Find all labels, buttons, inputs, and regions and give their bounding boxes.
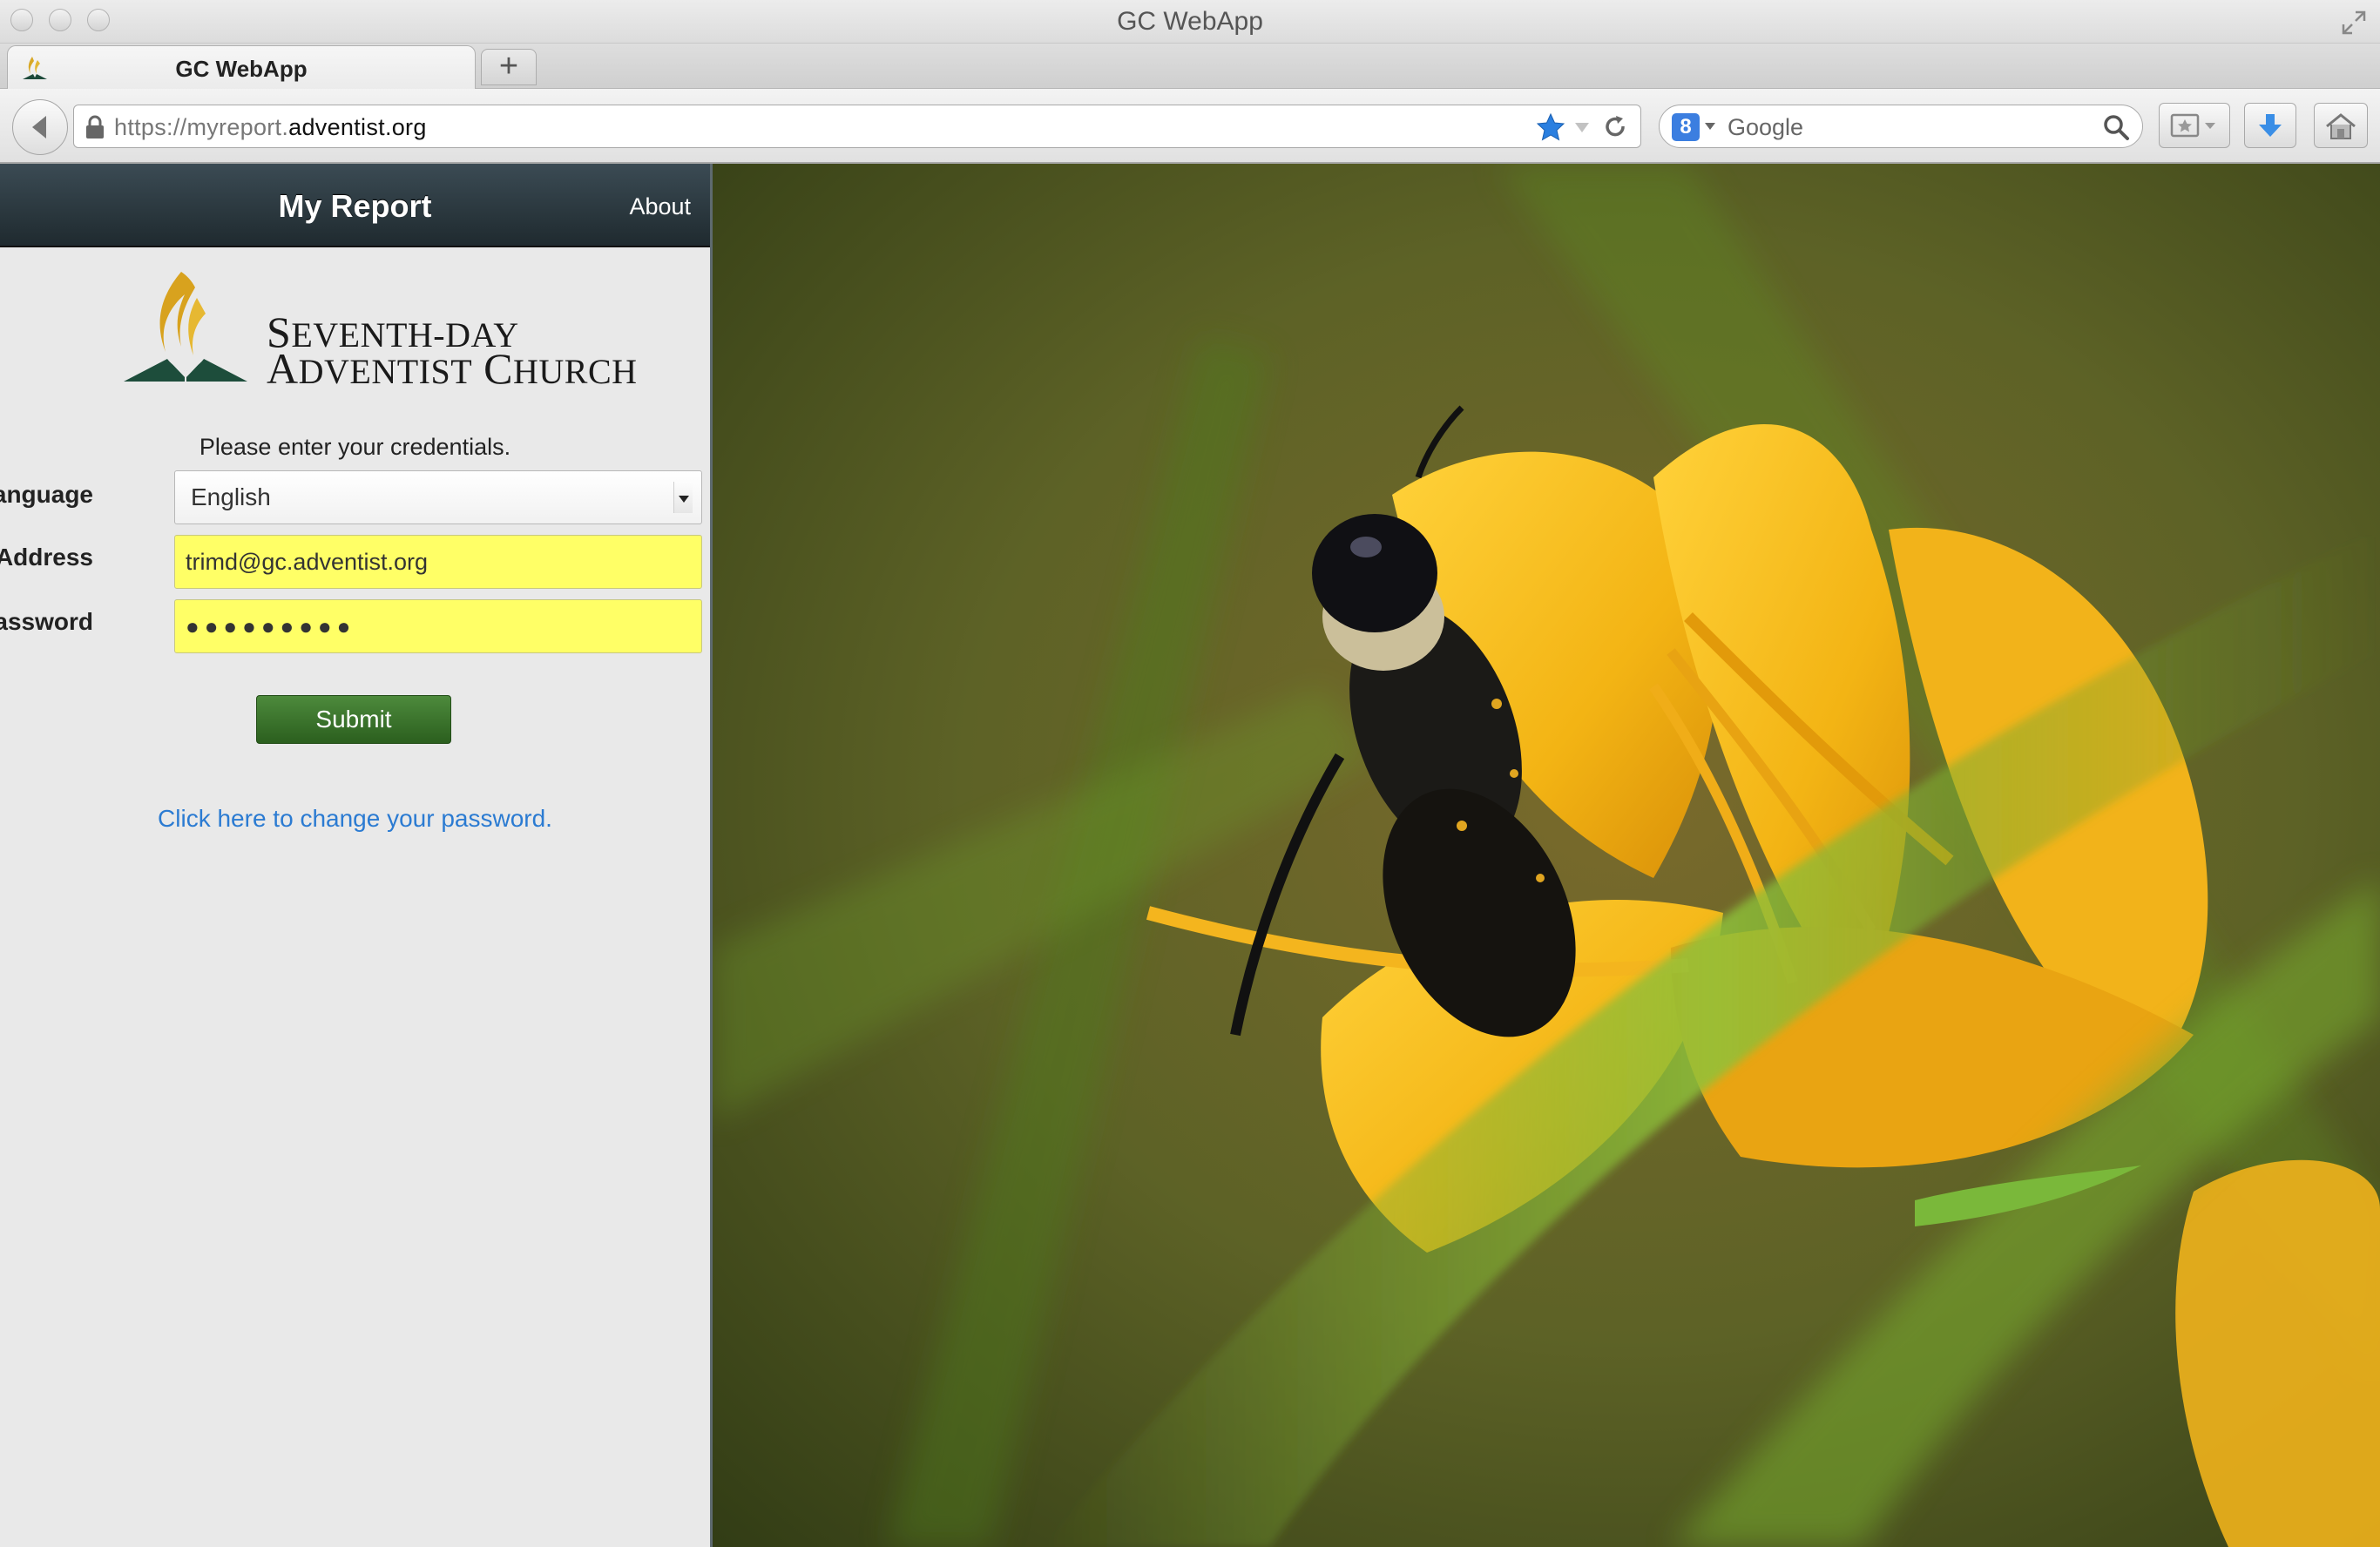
- email-label: Email Address: [0, 544, 93, 571]
- app-header: My Report About: [0, 164, 710, 247]
- window-titlebar: GC WebApp: [0, 0, 2380, 44]
- password-field[interactable]: ●●●●●●●●●: [174, 599, 702, 653]
- credentials-prompt: Please enter your credentials.: [199, 434, 511, 460]
- downloads-button[interactable]: [2244, 103, 2296, 148]
- tab-gc-webapp[interactable]: GC WebApp: [7, 45, 476, 89]
- dropmark-icon[interactable]: [1572, 118, 1592, 137]
- logo-initial: C: [472, 344, 513, 393]
- url-prefix: https://myreport.: [114, 114, 289, 140]
- google-icon[interactable]: 8: [1672, 113, 1700, 141]
- reload-icon[interactable]: [1602, 114, 1628, 140]
- search-placeholder: Google: [1728, 114, 1804, 140]
- bookmarks-icon: [2170, 113, 2215, 138]
- language-selected-value: English: [191, 483, 271, 510]
- search-engine-caret-icon[interactable]: [1705, 123, 1715, 130]
- page-title: My Report: [278, 188, 432, 224]
- logo-initial: A: [267, 344, 299, 393]
- tab-strip: GC WebApp +: [0, 44, 2380, 89]
- magnifier-icon[interactable]: [2102, 113, 2130, 141]
- download-icon: [2259, 114, 2282, 137]
- language-select[interactable]: English: [174, 470, 702, 524]
- about-link[interactable]: About: [629, 193, 691, 220]
- language-label: Language: [0, 481, 93, 508]
- email-field[interactable]: trimd@gc.adventist.org: [174, 535, 702, 589]
- bookmarks-button[interactable]: [2159, 103, 2230, 148]
- home-icon: [2326, 113, 2356, 139]
- submit-button[interactable]: Submit: [256, 695, 451, 744]
- logo-word: DVENTIST: [298, 352, 473, 391]
- sda-flame-logo-icon: [124, 272, 247, 382]
- bee-on-lily-photo: [713, 164, 2380, 1547]
- navigation-toolbar: https://myreport.adventist.org 8 Google: [0, 89, 2380, 164]
- url-bar[interactable]: https://myreport.adventist.org: [73, 105, 1641, 148]
- select-arrow-icon[interactable]: [673, 482, 693, 513]
- back-button[interactable]: [12, 99, 68, 155]
- url-domain: adventist.org: [288, 114, 427, 140]
- new-tab-button[interactable]: +: [481, 49, 537, 85]
- password-label: Password: [0, 608, 93, 635]
- fullscreen-icon[interactable]: [2340, 9, 2368, 37]
- tab-label: GC WebApp: [175, 56, 308, 82]
- lock-icon: [86, 115, 104, 138]
- window-title: GC WebApp: [1117, 7, 1263, 36]
- home-button[interactable]: [2314, 103, 2368, 148]
- back-arrow-icon: [32, 116, 46, 138]
- search-bar[interactable]: 8 Google: [1659, 105, 2143, 148]
- logo-line-2: ADVENTIST CHURCH: [267, 343, 638, 394]
- logo-word: HURCH: [513, 352, 638, 391]
- url-text: https://myreport.adventist.org: [114, 114, 427, 141]
- change-password-link[interactable]: Click here to change your password.: [0, 805, 710, 833]
- hero-image: [713, 164, 2380, 1547]
- star-icon[interactable]: [1536, 112, 1565, 142]
- login-panel: My Report About SEVENTH-DAY ADVENTIST CH…: [0, 164, 713, 1547]
- church-logo: SEVENTH-DAY ADVENTIST CHURCH: [120, 268, 637, 393]
